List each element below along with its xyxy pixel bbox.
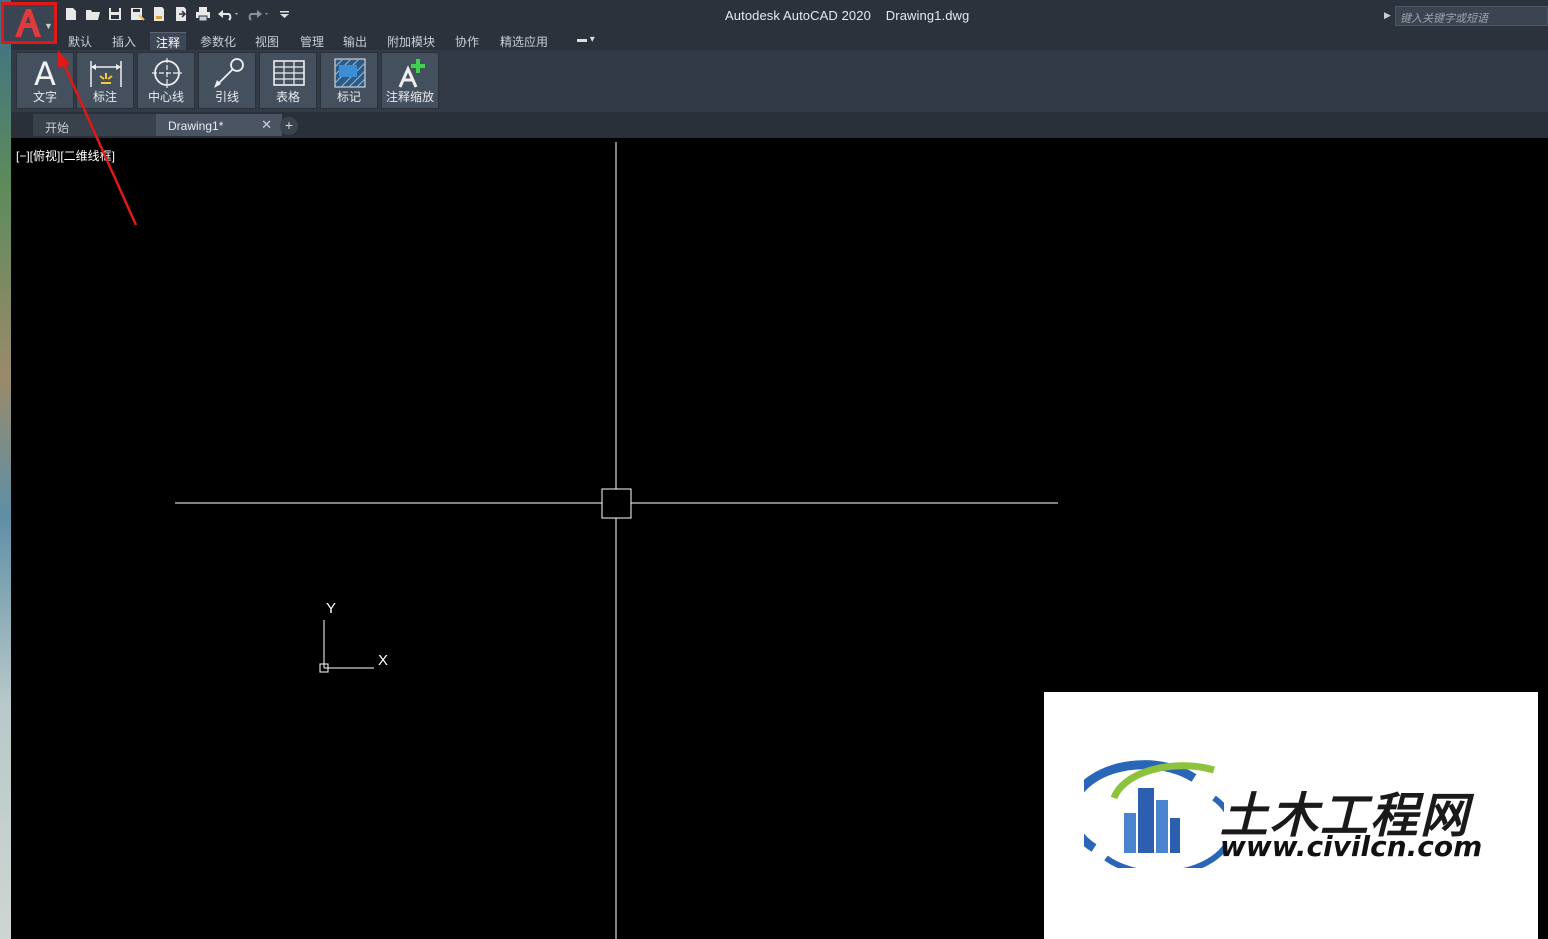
watermark-logo-icon [1084,760,1224,868]
watermark-url: www.civilcn.com [1220,830,1483,863]
ucs-y-label: Y [326,600,337,617]
application-menu-button[interactable]: ▼ [1,2,57,44]
chevron-down-icon: ▼ [44,21,53,31]
autocad-logo-icon [15,9,41,37]
watermark: 土木工程网 www.civilcn.com [1044,692,1538,939]
ucs-x-label: X [378,652,389,669]
ucs-icon: Y X [318,600,398,679]
